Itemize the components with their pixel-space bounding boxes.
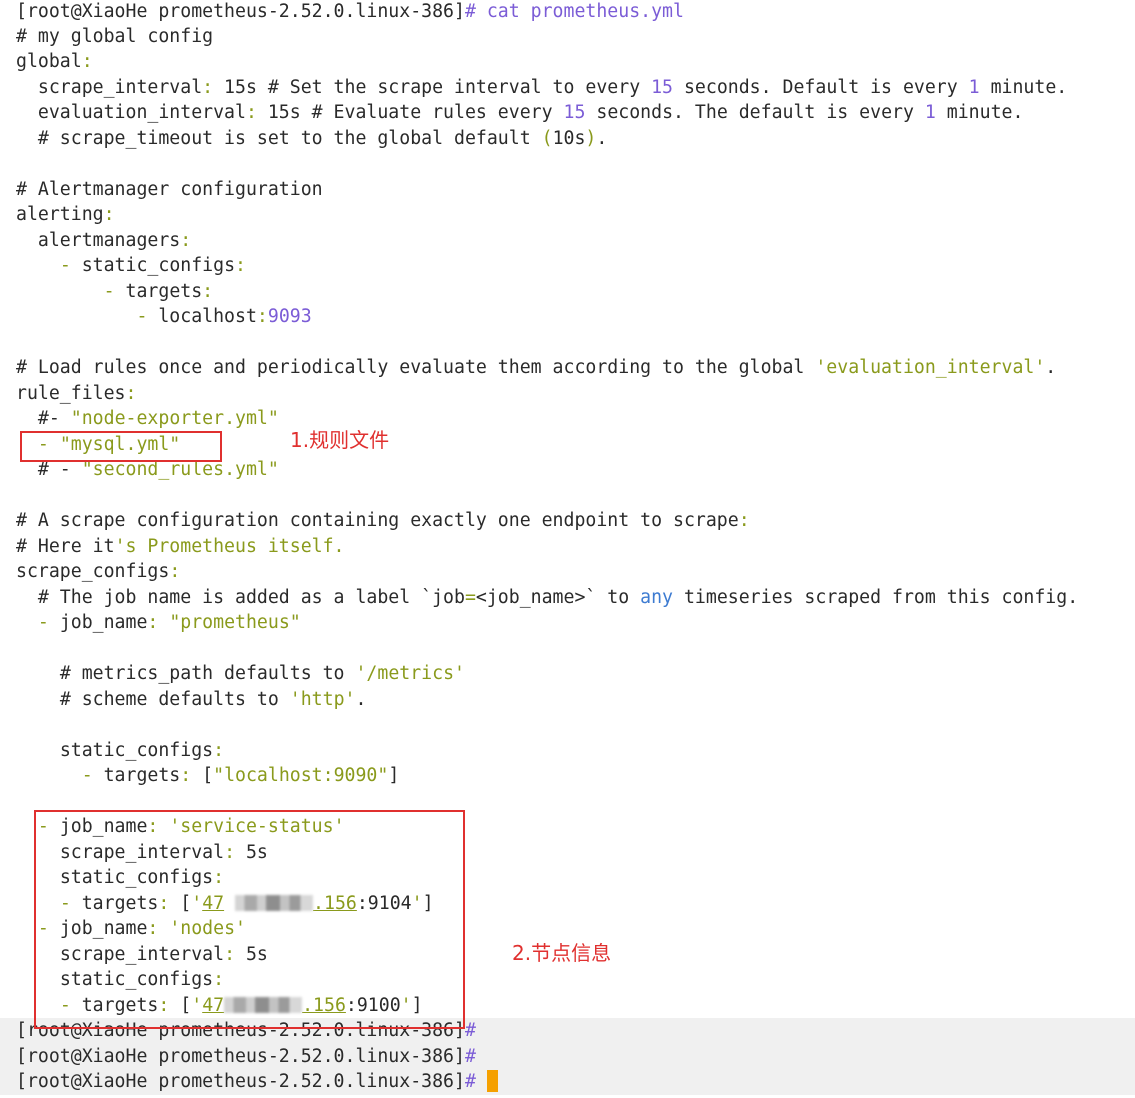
yaml-value: localhost (158, 306, 257, 327)
comment-text: minute. (979, 77, 1068, 98)
terminal-line: # my global config (16, 24, 213, 50)
shell-prompt: [root@XiaoHe prometheus-2.52.0.linux-386… (16, 1, 465, 22)
terminal-prompt-line[interactable]: [root@XiaoHe prometheus-2.52.0.linux-386… (0, 1069, 1135, 1095)
terminal-line: # scrape_timeout is set to the global de… (37, 128, 608, 149)
terminal-line: [root@XiaoHe prometheus-2.52.0.linux-386… (16, 0, 684, 25)
terminal-line: - targets: ["localhost:9090"] (81, 765, 400, 786)
number-literal: 1 (924, 102, 936, 123)
terminal-line: - job_name: "prometheus" (37, 612, 301, 633)
string-literal: "prometheus" (169, 612, 301, 633)
terminal-line: rule_files: (16, 383, 137, 404)
comment-text: # scrape_timeout is set to the global de… (37, 128, 542, 149)
string-literal: "node-exporter.yml" (70, 408, 279, 429)
prompt-symbol: # (464, 1, 476, 22)
rule-files-highlight-box (20, 431, 222, 462)
yaml-value: 15s # Set the scrape interval to every (213, 77, 652, 98)
comment-text: . (355, 689, 367, 710)
comment-text: # Load rules once and periodically evalu… (16, 357, 816, 378)
yaml-key: static_configs (59, 740, 214, 761)
terminal-line: static_configs: (59, 740, 225, 761)
comment-text: #- (37, 408, 71, 429)
prompt-symbol: # (464, 1020, 476, 1041)
yaml-key: alertmanagers (37, 230, 181, 251)
number-literal: 9093 (267, 306, 312, 327)
yaml-key: scrape_interval (37, 77, 203, 98)
string-literal: "second_rules.yml" (81, 459, 279, 480)
number-literal: 15 (563, 102, 586, 123)
comment-text: # metrics_path defaults to (59, 663, 356, 684)
comment-text: # - (37, 459, 82, 480)
string-literal: 'evaluation_interval' (815, 357, 1046, 378)
node-jobs-highlight-box (34, 810, 465, 1029)
yaml-key: static_configs (81, 255, 236, 276)
comment-text: # A scrape configuration containing exac… (16, 510, 739, 531)
yaml-value: 15s # Evaluate rules every (256, 102, 564, 123)
comment-text: seconds. The default is every (585, 102, 925, 123)
comment-text: # scheme defaults to (59, 689, 290, 710)
comment-text: <job_name>` to (475, 587, 641, 608)
terminal-line: # A scrape configuration containing exac… (16, 510, 750, 531)
terminal-prompt-line: [root@XiaoHe prometheus-2.52.0.linux-386… (0, 1044, 1135, 1070)
prompt-symbol: # (464, 1046, 476, 1067)
terminal-line: alertmanagers: (37, 230, 192, 251)
terminal-line: # Alertmanager configuration (16, 177, 323, 203)
string-literal: 'http' (289, 689, 356, 710)
number-literal: 15 (651, 77, 674, 98)
comment-text: seconds. Default is every (673, 77, 969, 98)
terminal-cursor[interactable] (486, 1070, 498, 1092)
comment-text: . (1045, 357, 1057, 378)
comment-text: minute. (935, 102, 1024, 123)
comment-text: timeseries scraped from this config. (673, 587, 1079, 608)
terminal-line: global: (16, 51, 93, 72)
comment-text: # The job name is added as a label `job (37, 587, 465, 608)
shell-command: cat prometheus.yml (486, 1, 684, 22)
prompt-symbol: # (464, 1071, 476, 1092)
yaml-key: rule_files (16, 383, 126, 404)
keyword-text: any (640, 587, 674, 608)
node-info-annotation: 2.节点信息 (512, 941, 612, 965)
terminal-line: alerting: (16, 204, 115, 225)
terminal-line: # scheme defaults to 'http'. (16, 687, 367, 713)
shell-prompt: [root@XiaoHe prometheus-2.52.0.linux-386… (16, 1046, 465, 1067)
yaml-key: targets (103, 765, 181, 786)
yaml-key: scrape_configs (16, 561, 170, 582)
yaml-key: evaluation_interval (37, 102, 246, 123)
string-literal: '/metrics' (355, 663, 465, 684)
comment-text: # Alertmanager configuration (16, 179, 323, 200)
terminal-line: scrape_interval: 15s # Set the scrape in… (37, 77, 1068, 98)
string-literal: 's Prometheus itself. (114, 536, 345, 557)
number-literal: 1 (968, 77, 980, 98)
terminal-line: evaluation_interval: 15s # Evaluate rule… (37, 102, 1024, 123)
yaml-key: job_name (59, 612, 148, 633)
comment-text: # my global config (16, 26, 214, 47)
terminal-line: # Here it's Prometheus itself. (16, 534, 345, 560)
terminal-line: # The job name is added as a label `job=… (37, 587, 1079, 608)
shell-prompt: [root@XiaoHe prometheus-2.52.0.linux-386… (16, 1071, 465, 1092)
rule-files-annotation: 1.规则文件 (290, 428, 390, 452)
terminal-line: - targets: (103, 281, 214, 302)
yaml-key: global (16, 51, 82, 72)
yaml-key: alerting (16, 204, 104, 225)
string-literal: "localhost:9090" (213, 765, 389, 786)
terminal-line: - static_configs: (59, 255, 246, 276)
terminal-line: # metrics_path defaults to '/metrics' (16, 661, 465, 687)
comment-text: # Here it (16, 536, 115, 557)
terminal-line: - localhost:9093 (136, 306, 312, 327)
comment-text: 10s (552, 128, 586, 149)
terminal-line: # Load rules once and periodically evalu… (16, 355, 1056, 381)
yaml-key: targets (125, 281, 203, 302)
terminal-line: #- "node-exporter.yml" (16, 406, 279, 432)
terminal-line: scrape_configs: (16, 561, 181, 582)
